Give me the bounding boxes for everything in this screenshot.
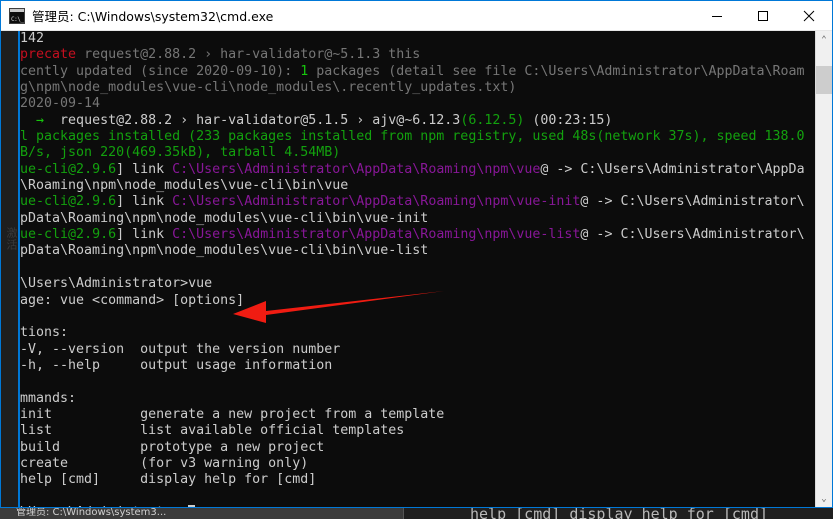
window-controls <box>694 1 832 30</box>
console-text-span: init generate a new project from a templ… <box>4 406 445 422</box>
console-text-span: ] link <box>116 227 173 243</box>
cmd-window: C:\_ 管理员: C:\Windows\system32\cmd.exe /3… <box>0 0 833 508</box>
console-line: build prototype a new project <box>1 440 815 456</box>
console-line: 2020-09-14 <box>1 96 815 112</box>
console-line: deprecate request@2.88.2 › har-validator… <box>1 47 815 63</box>
scrollbar-thumb[interactable] <box>816 66 832 94</box>
console-line: help [cmd] display help for [cmd] <box>1 472 815 488</box>
console-text-span: ta\Roaming\npm\node_modules\vue-cli\bin\… <box>4 178 349 194</box>
console-text-span: (00:23:15) <box>524 112 613 128</box>
console-text-span: @ -> C:\Users\Administrator\AppDa <box>540 161 805 177</box>
console-line: Commands: <box>1 391 815 407</box>
console-line: All packages installed (233 packages ins… <box>1 129 815 145</box>
console-text-span: C:\Users\Administrator> <box>4 505 188 507</box>
console-text-span: C:\Users\Administrator\AppData\Roaming\n… <box>172 161 541 177</box>
console-line: C:\Users\Administrator> <box>1 504 815 507</box>
background-window-text: help [cmd] display help for [cmd] <box>470 508 769 519</box>
scroll-down-icon[interactable]: ⌄ <box>816 490 832 507</box>
minimize-button[interactable] <box>694 1 740 30</box>
console-line: ta\Roaming\npm\node_modules\vue-cli\bin\… <box>1 178 815 194</box>
console-line: ing\npm\node_modules\vue-cli\node_module… <box>1 80 815 96</box>
taskbar: help [cmd] display help for [cmd] 管理员: C… <box>0 508 833 519</box>
console-line: [vue-cli@2.9.6] link C:\Users\Administra… <box>1 194 815 210</box>
console-text-span: ] link <box>116 161 173 177</box>
console-line: C:\Users\Administrator>vue <box>1 276 815 292</box>
console-output[interactable]: /3142 deprecate request@2.88.2 › har-vali… <box>1 31 815 507</box>
console-text-span: @ -> C:\Users\Administrator\ <box>580 227 805 243</box>
console-line: init generate a new project from a templ… <box>1 407 815 423</box>
console-text-span: (6.12.5) <box>460 112 525 128</box>
console-text-span: request@2.88.2 › har-validator@~5.1.3 th… <box>76 47 421 63</box>
console-line: AppData\Roaming\npm\node_modules\vue-cli… <box>1 211 815 227</box>
console-text-span: vue-cli@2.9.6 <box>12 194 117 210</box>
console-text-span: @ -> C:\Users\Administrator\ <box>580 194 805 210</box>
maximize-icon <box>758 10 768 21</box>
console-line: → request@2.88.2 › har-validator@5.1.5 ›… <box>1 113 815 129</box>
console-line: Options: <box>1 325 815 341</box>
console-text-span: vue-cli@2.9.6 <box>12 227 117 243</box>
console-line: -V, --version output the version number <box>1 342 815 358</box>
console-text-span: 7kB/s, json 220(469.35kB), tarball 4.54M… <box>4 145 341 161</box>
console-line: /3142 <box>1 31 815 47</box>
window-title: 管理员: C:\Windows\system32\cmd.exe <box>32 9 274 24</box>
console-line: 7kB/s, json 220(469.35kB), tarball 4.54M… <box>1 145 815 161</box>
console-text-span: build prototype a new project <box>4 439 325 455</box>
console-scrollbar[interactable]: ⌃ ⌄ <box>815 31 832 507</box>
console-caret <box>188 504 196 507</box>
console-text-span: list list available official templates <box>4 423 405 439</box>
taskbar-item-cmd[interactable]: 管理员: C:\Windows\system3... <box>0 508 404 519</box>
console-text-span: C:\Users\Administrator\AppData\Roaming\n… <box>172 227 581 243</box>
console-text-span: Recently updated (since 2020-09-10): <box>4 63 301 79</box>
console-area[interactable]: /3142 deprecate request@2.88.2 › har-vali… <box>1 31 832 507</box>
console-line: AppData\Roaming\npm\node_modules\vue-cli… <box>1 243 815 259</box>
console-text-span: Usage: vue <command> [options] <box>4 292 245 308</box>
console-text-span: ] link <box>116 194 173 210</box>
console-text-span: C:\Users\Administrator\AppData\Roaming\n… <box>172 194 581 210</box>
close-button[interactable] <box>786 1 832 30</box>
minimize-icon <box>712 15 722 17</box>
console-text-span: -V, --version output the version number <box>4 341 341 357</box>
console-text-span: ing\npm\node_modules\vue-cli\node_module… <box>4 80 517 96</box>
window-left-accent-border <box>18 31 20 507</box>
console-text-span: request@2.88.2 › har-validator@5.1.5 › a… <box>60 112 461 128</box>
maximize-button[interactable] <box>740 1 786 30</box>
console-line: Recently updated (since 2020-09-10): 1 p… <box>1 64 815 80</box>
console-text-span: -h, --help output usage information <box>4 357 333 373</box>
console-line: list list available official templates <box>1 423 815 439</box>
console-text-span: vue-cli@2.9.6 <box>12 161 117 177</box>
console-text-span: All packages installed (233 packages ins… <box>4 129 805 145</box>
console-text-span: AppData\Roaming\npm\node_modules\vue-cli… <box>4 243 429 259</box>
console-line: [vue-cli@2.9.6] link C:\Users\Administra… <box>1 162 815 178</box>
console-line: -h, --help output usage information <box>1 358 815 374</box>
activation-watermark: 激活 <box>5 227 18 251</box>
console-text-span: AppData\Roaming\npm\node_modules\vue-cli… <box>4 210 429 226</box>
console-line: [vue-cli@2.9.6] link C:\Users\Administra… <box>1 227 815 243</box>
console-line: Usage: vue <command> [options] <box>1 293 815 309</box>
title-bar[interactable]: C:\_ 管理员: C:\Windows\system32\cmd.exe <box>1 1 832 31</box>
scroll-up-icon[interactable]: ⌃ <box>816 31 832 48</box>
left-gutter <box>1 31 18 507</box>
console-text-span: packages (detail see file C:\Users\Admin… <box>308 63 805 79</box>
cmd-icon-glyph: C:\_ <box>11 15 24 23</box>
cmd-console-icon: C:\_ <box>9 7 25 24</box>
scrollbar-track[interactable] <box>816 48 832 490</box>
console-text-span: create (for v3 warning only) <box>4 455 309 471</box>
console-text-span: help [cmd] display help for [cmd] <box>4 472 317 488</box>
console-line: create (for v3 warning only) <box>1 456 815 472</box>
console-text-span: C:\Users\Administrator>vue <box>4 276 213 292</box>
close-icon <box>803 10 815 21</box>
